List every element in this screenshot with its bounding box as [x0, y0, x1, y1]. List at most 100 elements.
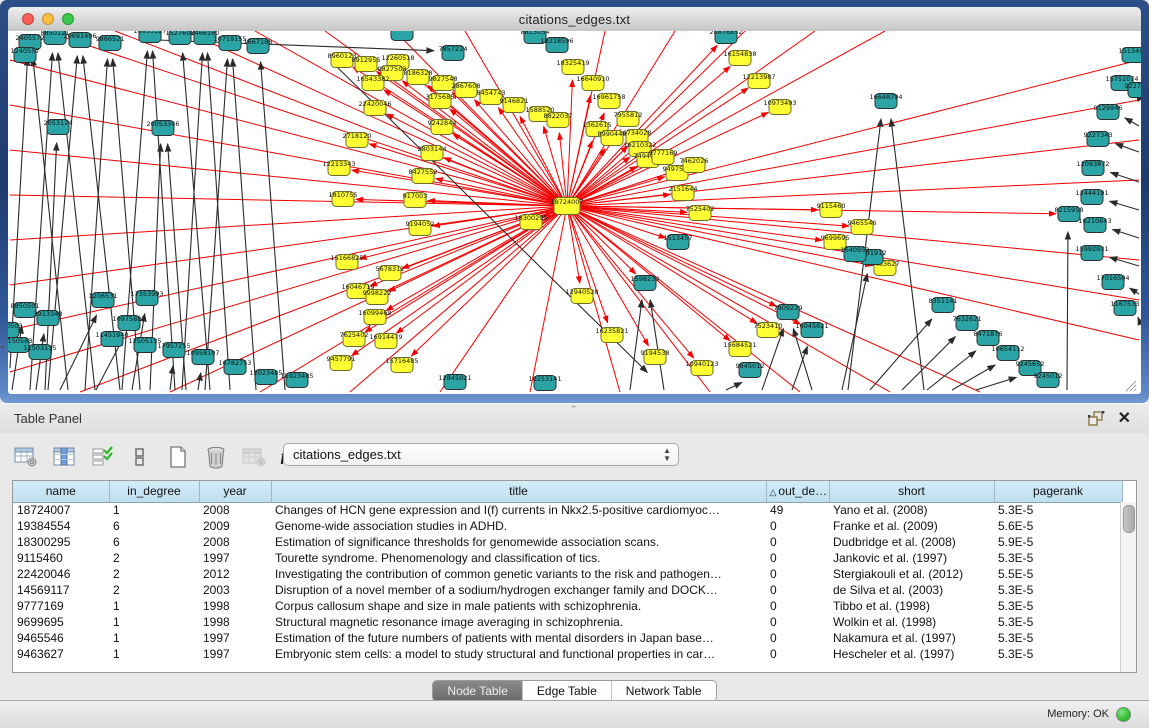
delete-table-icon[interactable] — [240, 443, 268, 471]
graph-node[interactable]: 12213343 — [322, 160, 355, 176]
graph-node[interactable]: 2718120 — [343, 132, 372, 148]
graph-node[interactable]: 19218596 — [540, 37, 573, 53]
table-cell[interactable]: Jankovic et al. (1997) — [829, 550, 994, 566]
table-row[interactable]: 1456911722003Disruption of a novel membe… — [13, 582, 1122, 598]
graph-node[interactable]: 1598234 — [631, 275, 660, 291]
graph-node[interactable]: 1206531 — [89, 292, 118, 308]
table-selector-dropdown[interactable]: citations_edges.txt ▲▼ — [283, 443, 679, 466]
graph-node[interactable]: 1513457 — [664, 234, 693, 250]
graph-node[interactable]: 9227343 — [1084, 131, 1113, 147]
table-cell[interactable]: 2012 — [199, 566, 271, 582]
table-cell[interactable]: 5.3E-5 — [994, 614, 1122, 630]
split-drag-handle[interactable]: ⌃ — [570, 404, 578, 415]
graph-node[interactable]: 15166825 — [330, 254, 363, 270]
graph-node[interactable]: 1640953 — [841, 246, 870, 262]
graph-node[interactable]: 9457791 — [327, 355, 356, 371]
graph-node[interactable]: 16648794 — [869, 93, 902, 109]
table-cell[interactable]: 22420046 — [13, 566, 109, 582]
graph-node[interactable]: 9886521 — [96, 35, 125, 51]
table-cell[interactable]: 1 — [109, 598, 199, 614]
graph-node[interactable]: 10958107 — [186, 349, 219, 365]
table-cell[interactable]: Corpus callosum shape and size in male p… — [271, 598, 766, 614]
table-cell[interactable]: 9465546 — [13, 630, 109, 646]
table-cell[interactable]: Tibbo et al. (1998) — [829, 598, 994, 614]
table-cell[interactable]: 1 — [109, 630, 199, 646]
graph-node[interactable]: 8351141 — [929, 297, 958, 313]
graph-node[interactable]: 10253141 — [528, 375, 561, 391]
graph-node[interactable]: 1167533 — [1111, 300, 1140, 316]
tab-edge-table[interactable]: Edge Table — [522, 681, 611, 701]
memory-status-icon[interactable] — [1116, 707, 1131, 722]
graph-node[interactable]: 10940123 — [685, 360, 718, 376]
graph-node[interactable]: 7523410 — [754, 322, 783, 338]
graph-node[interactable]: 11503135 — [23, 344, 56, 360]
table-cell[interactable]: 2008 — [199, 502, 271, 518]
graph-node[interactable]: 16961758 — [592, 93, 625, 109]
scrollbar-thumb[interactable] — [1123, 505, 1135, 533]
table-cell[interactable]: Investigating the contribution of common… — [271, 566, 766, 582]
graph-node[interactable]: 9777169 — [649, 149, 678, 165]
graph-node[interactable]: 20876852 — [709, 31, 742, 44]
graph-node[interactable]: 7857224 — [439, 45, 468, 61]
graph-node[interactable]: 16033809 — [385, 31, 418, 41]
graph-node[interactable]: 2053124 — [44, 119, 73, 135]
graph-node[interactable]: 7909229 — [774, 304, 803, 320]
table-row[interactable]: 977716911998Corpus callosum shape and si… — [13, 598, 1122, 614]
graph-node[interactable]: 10719155 — [213, 35, 246, 51]
graph-node[interactable]: 8471876 — [974, 330, 1003, 346]
table-cell[interactable]: Changes of HCN gene expression and I(f) … — [271, 502, 766, 518]
table-row[interactable]: 1872400712008Changes of HCN gene express… — [13, 502, 1122, 518]
table-cell[interactable]: 5.9E-5 — [994, 534, 1122, 550]
graph-node[interactable]: 20691406 — [63, 32, 96, 48]
graph-node[interactable]: 12444191 — [1075, 189, 1108, 205]
table-cell[interactable]: 0 — [766, 630, 829, 646]
table-cell[interactable]: Disruption of a novel member of a sodium… — [271, 582, 766, 598]
table-cell[interactable]: 2 — [109, 566, 199, 582]
graph-node[interactable]: 16640910 — [576, 75, 609, 91]
graph-node[interactable]: 9242844 — [428, 119, 457, 135]
table-cell[interactable]: 2 — [109, 582, 199, 598]
table-cell[interactable]: 9115460 — [13, 550, 109, 566]
tab-network-table[interactable]: Network Table — [611, 681, 716, 701]
table-cell[interactable]: 1 — [109, 502, 199, 518]
graph-node[interactable]: 16782753 — [218, 359, 251, 375]
new-table-icon[interactable] — [164, 443, 192, 471]
graph-node[interactable]: 917003 — [403, 192, 428, 208]
table-cell[interactable]: Estimation of significance thresholds fo… — [271, 534, 766, 550]
show-columns-icon[interactable] — [50, 443, 78, 471]
graph-node[interactable]: 12093872 — [1076, 160, 1109, 176]
table-row[interactable]: 946362711997Embryonic stem cells: a mode… — [13, 646, 1122, 662]
table-cell[interactable]: 5.3E-5 — [994, 502, 1122, 518]
table-row[interactable]: 911546021997Tourette syndrome. Phenomeno… — [13, 550, 1122, 566]
graph-node[interactable]: 16914479 — [369, 333, 402, 349]
graph-node[interactable]: 9194052 — [406, 220, 435, 236]
graph-node[interactable]: 1513406 — [1119, 47, 1141, 63]
table-cell[interactable]: 5.3E-5 — [994, 598, 1122, 614]
table-cell[interactable]: 1 — [109, 646, 199, 662]
table-cell[interactable]: 9699695 — [13, 614, 109, 630]
column-header-short[interactable]: short — [829, 481, 994, 502]
table-cell[interactable]: Estimation of the future numbers of pati… — [271, 630, 766, 646]
graph-node[interactable]: 10973493 — [763, 99, 796, 115]
graph-node[interactable]: 18325419 — [556, 59, 589, 75]
graph-node[interactable]: 8427552 — [409, 168, 438, 184]
table-cell[interactable]: 1997 — [199, 550, 271, 566]
table-cell[interactable]: 1998 — [199, 598, 271, 614]
table-cell[interactable]: 0 — [766, 598, 829, 614]
graph-node[interactable]: 15684521 — [723, 341, 756, 357]
graph-node[interactable]: 16235821 — [595, 327, 628, 343]
graph-node[interactable]: 16154838 — [723, 50, 756, 66]
vertical-scrollbar[interactable] — [1120, 502, 1136, 672]
table-cell[interactable]: 2003 — [199, 582, 271, 598]
graph-node[interactable]: 12213987 — [742, 73, 775, 89]
graph-node[interactable]: 7525402 — [686, 205, 715, 221]
row-height-icon[interactable] — [126, 443, 154, 471]
graph-node[interactable]: 7462026 — [680, 157, 709, 173]
graph-node[interactable]: 9227304 — [1125, 82, 1141, 98]
resize-grip-icon[interactable] — [1123, 378, 1137, 392]
table-cell[interactable]: 19384554 — [13, 518, 109, 534]
table-cell[interactable]: 5.3E-5 — [994, 646, 1122, 662]
table-cell[interactable]: Genome-wide association studies in ADHD. — [271, 518, 766, 534]
table-row[interactable]: 946554611997Estimation of the future num… — [13, 630, 1122, 646]
delete-column-icon[interactable] — [202, 443, 230, 471]
